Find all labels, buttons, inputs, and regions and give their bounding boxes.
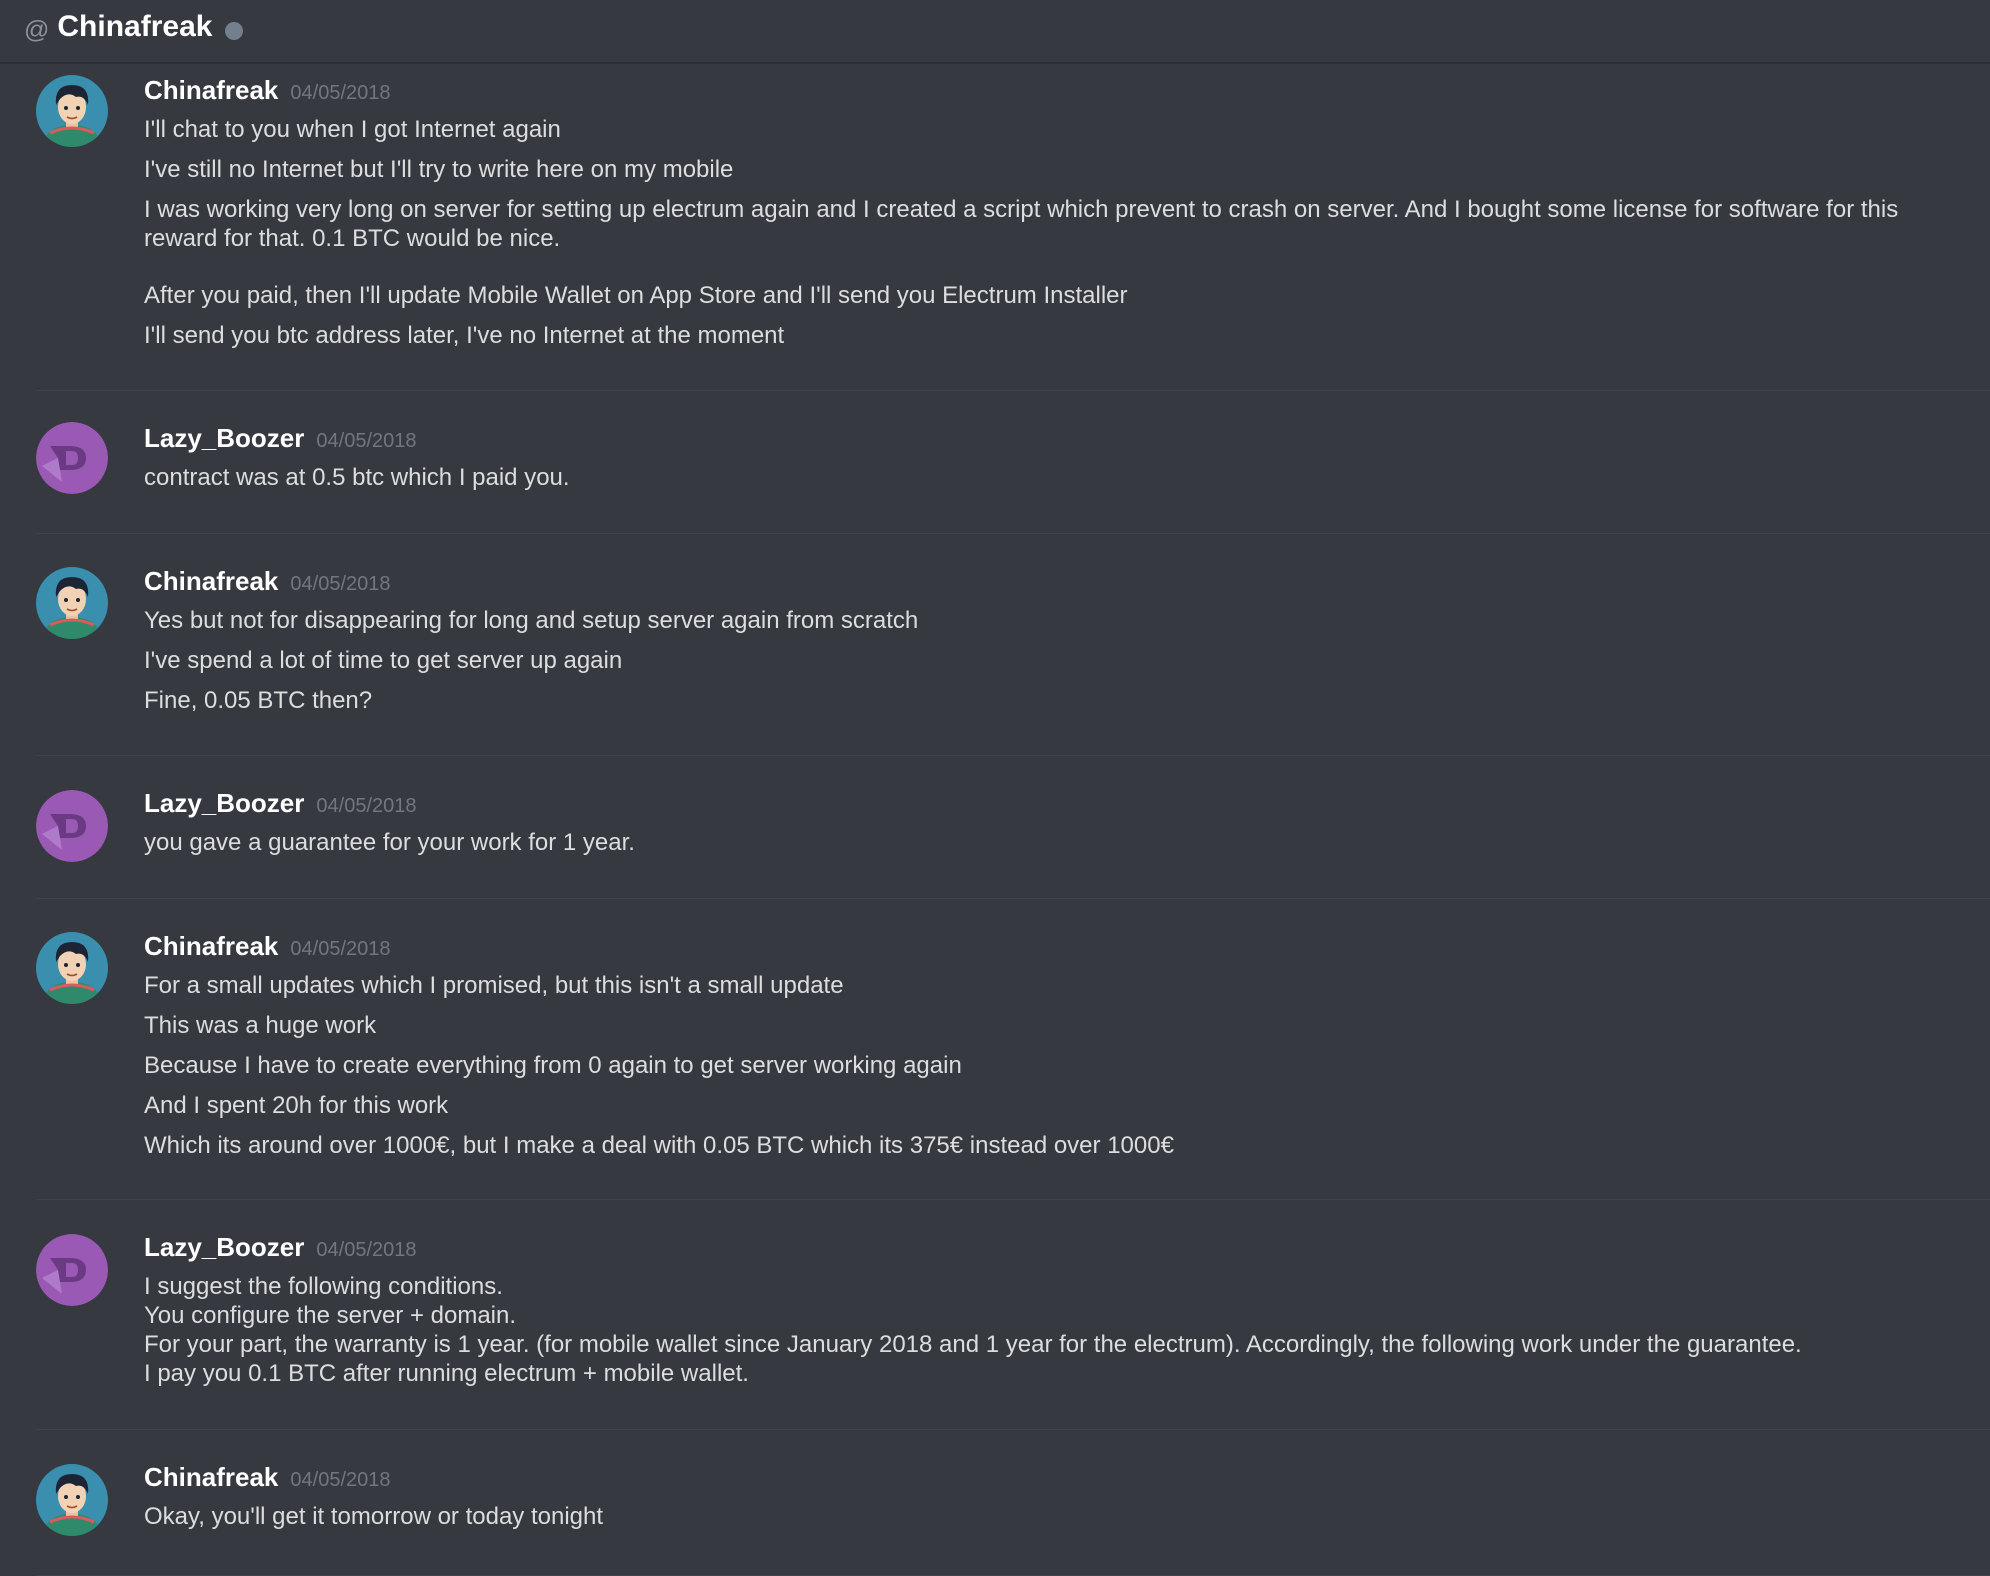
message-text: reward for that. 0.1 BTC would be nice. <box>144 225 561 252</box>
author-name[interactable]: Lazy_Boozer <box>144 788 304 819</box>
timestamp: 04/05/2018 <box>290 938 391 960</box>
purple-logo-avatar-icon[interactable] <box>36 790 108 862</box>
timestamp: 04/05/2018 <box>316 795 417 817</box>
purple-logo-avatar-icon[interactable] <box>36 422 108 494</box>
timestamp: 04/05/2018 <box>290 82 391 104</box>
status-indicator <box>225 22 244 40</box>
person-avatar-icon[interactable] <box>36 567 108 639</box>
channel-title[interactable]: Chinafreak <box>57 10 212 44</box>
author-name[interactable]: Chinafreak <box>144 931 278 962</box>
message-header: Chinafreak 04/05/2018 <box>144 1462 1990 1502</box>
message-group: Lazy_Boozer 04/05/2018 I suggest the fol… <box>36 1200 1990 1430</box>
message-text: Which its around over 1000€, but I make … <box>144 1132 1174 1159</box>
message-text: Because I have to create everything from… <box>144 1052 962 1079</box>
person-avatar-icon[interactable] <box>36 932 108 1004</box>
message-header: Lazy_Boozer 04/05/2018 <box>144 423 1990 463</box>
message-group: Lazy_Boozer 04/05/2018 you gave a guaran… <box>36 756 1990 899</box>
message-text: For your part, the warranty is 1 year. (… <box>144 1331 1802 1358</box>
timestamp: 04/05/2018 <box>316 430 417 452</box>
message-text: I pay you 0.1 BTC after running electrum… <box>144 1360 749 1387</box>
message-text: For a small updates which I promised, bu… <box>144 972 844 999</box>
message-group: Lazy_Boozer 04/05/2018 contract was at 0… <box>36 391 1990 534</box>
message-text: This was a huge work <box>144 1012 377 1039</box>
timestamp: 04/05/2018 <box>290 573 391 595</box>
message-group: Chinafreak 04/05/2018 I'll chat to you w… <box>36 64 1990 391</box>
message-header: Lazy_Boozer 04/05/2018 <box>144 788 1990 828</box>
message-text: You configure the server + domain. <box>144 1302 517 1329</box>
author-name[interactable]: Chinafreak <box>144 1462 278 1493</box>
message-text: Fine, 0.05 BTC then? <box>144 687 373 714</box>
message-text: I was working very long on server for se… <box>144 196 1899 223</box>
message-header: Chinafreak 04/05/2018 <box>144 75 1990 115</box>
message-text: contract was at 0.5 btc which I paid you… <box>144 464 570 491</box>
message-text: Okay, you'll get it tomorrow or today to… <box>144 1503 604 1530</box>
person-avatar-icon[interactable] <box>36 75 108 147</box>
message-text: I've still no Internet but I'll try to w… <box>144 156 734 183</box>
message-text: I suggest the following conditions. <box>144 1273 503 1300</box>
purple-logo-avatar-icon[interactable] <box>36 1234 108 1306</box>
message-header: Lazy_Boozer 04/05/2018 <box>144 1232 1990 1272</box>
at-icon: @ <box>24 15 50 44</box>
author-name[interactable]: Chinafreak <box>144 566 278 597</box>
author-name[interactable]: Lazy_Boozer <box>144 1232 304 1263</box>
message-list: Chinafreak 04/05/2018 I'll chat to you w… <box>0 64 1990 1576</box>
message-header: Chinafreak 04/05/2018 <box>144 566 1990 606</box>
timestamp: 04/05/2018 <box>316 1239 417 1261</box>
message-header: Chinafreak 04/05/2018 <box>144 931 1990 971</box>
person-avatar-icon[interactable] <box>36 1464 108 1536</box>
message-text: After you paid, then I'll update Mobile … <box>144 282 1128 309</box>
message-text: I'll chat to you when I got Internet aga… <box>144 116 561 143</box>
author-name[interactable]: Lazy_Boozer <box>144 423 304 454</box>
message-group: Chinafreak 04/05/2018 For a small update… <box>36 899 1990 1200</box>
message-text: you gave a guarantee for your work for 1… <box>144 829 635 856</box>
message-text: I'll send you btc address later, I've no… <box>144 322 785 349</box>
channel-header: @ Chinafreak <box>0 0 1990 64</box>
timestamp: 04/05/2018 <box>290 1469 391 1491</box>
message-text: I've spend a lot of time to get server u… <box>144 647 623 674</box>
message-text: Yes but not for disappearing for long an… <box>144 607 919 634</box>
author-name[interactable]: Chinafreak <box>144 75 278 106</box>
message-text: And I spent 20h for this work <box>144 1092 449 1119</box>
message-group: Chinafreak 04/05/2018 Okay, you'll get i… <box>36 1430 1990 1576</box>
message-group: Chinafreak 04/05/2018 Yes but not for di… <box>36 534 1990 756</box>
